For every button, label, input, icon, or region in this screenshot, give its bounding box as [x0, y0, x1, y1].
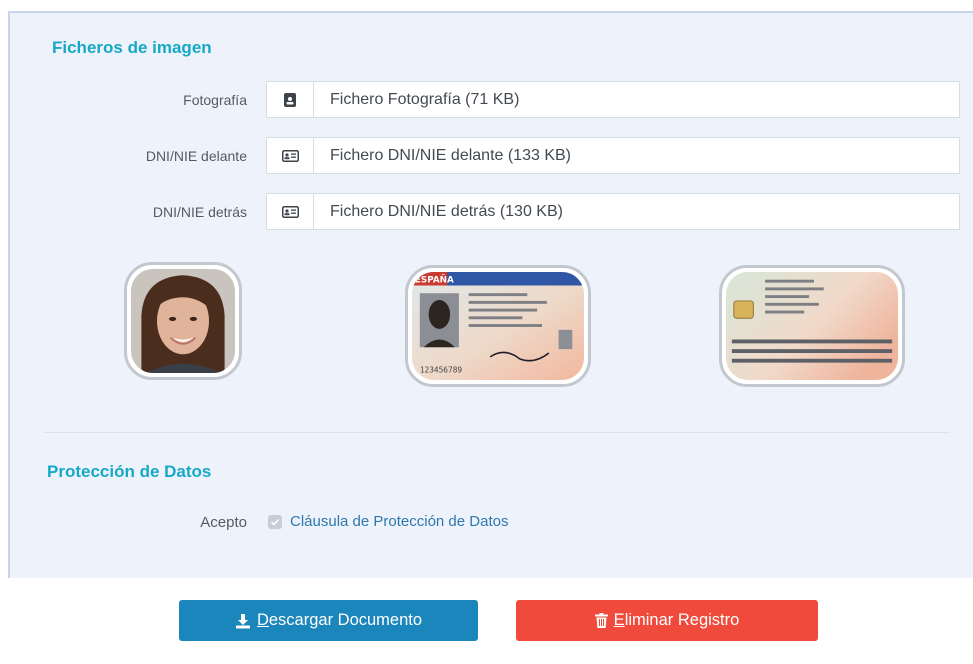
photo-file-field[interactable]: Fichero Fotografía (71 KB) — [266, 81, 960, 118]
dni-back-image — [726, 272, 898, 380]
download-document-button[interactable]: Descargar Documento — [179, 600, 478, 641]
dni-front-header: ESPAÑA — [415, 275, 454, 286]
delete-button-label: Eliminar Registro — [613, 611, 740, 629]
dni-front-file-field[interactable]: Fichero DNI/NIE delante (133 KB) — [266, 137, 960, 174]
data-protection-clause-link[interactable]: Cláusula de Protección de Datos — [290, 513, 508, 530]
section-divider — [44, 432, 950, 433]
accept-checkbox[interactable] — [268, 515, 282, 529]
trash-icon — [594, 613, 608, 628]
download-icon — [235, 613, 250, 628]
images-section-title: Ficheros de imagen — [52, 38, 212, 57]
id-card-icon — [267, 138, 314, 173]
id-card-icon — [267, 194, 314, 229]
dni-back-file-name: Fichero DNI/NIE detrás (130 KB) — [330, 202, 563, 220]
dni-front-thumbnail[interactable]: ESPAÑA 123456789 — [405, 265, 591, 387]
dni-front-file-name: Fichero DNI/NIE delante (133 KB) — [330, 146, 571, 164]
photo-file-name: Fichero Fotografía (71 KB) — [330, 90, 520, 108]
dni-front-row-label: DNI/NIE delante — [145, 148, 247, 164]
checkmark-icon — [270, 518, 280, 526]
dni-back-thumbnail[interactable] — [719, 265, 905, 387]
accept-label: Acepto — [200, 514, 247, 531]
delete-record-button[interactable]: Eliminar Registro — [516, 600, 818, 641]
id-badge-icon — [267, 82, 314, 117]
dni-back-row-label: DNI/NIE detrás — [152, 204, 247, 220]
photo-thumbnail[interactable] — [124, 262, 242, 380]
portrait-image — [131, 269, 235, 373]
dni-back-file-field[interactable]: Fichero DNI/NIE detrás (130 KB) — [266, 193, 960, 230]
dni-front-number: 123456789 — [420, 365, 463, 374]
photo-row-label: Fotografía — [183, 92, 247, 108]
data-protection-title: Protección de Datos — [47, 462, 212, 481]
dni-front-image: ESPAÑA 123456789 — [412, 272, 584, 380]
download-button-label: Descargar Documento — [256, 611, 423, 629]
